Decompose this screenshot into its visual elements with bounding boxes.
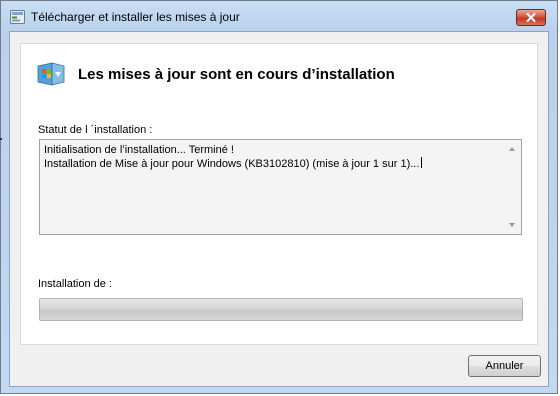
- scroll-down-icon[interactable]: [509, 223, 515, 227]
- log-line: Initialisation de l’installation... Term…: [44, 144, 234, 156]
- window-title: Télécharger et installer les mises à jou…: [31, 10, 240, 24]
- text-caret: [421, 157, 423, 168]
- dialog-client-area: Les mises à jour sont en cours d’install…: [9, 31, 549, 387]
- close-icon: [526, 13, 536, 22]
- windows-update-icon: [10, 10, 25, 24]
- cancel-button[interactable]: Annuler: [468, 355, 541, 377]
- title-bar[interactable]: Télécharger et installer les mises à jou…: [1, 1, 557, 31]
- cursor-mark: [0, 138, 2, 140]
- status-label: Statut de l ´installation :: [38, 124, 153, 136]
- log-line: Installation de Mise à jour pour Windows…: [44, 158, 420, 170]
- windows-update-shield-icon: [37, 62, 65, 86]
- installation-progress-bar: [39, 298, 523, 321]
- update-dialog-window: Télécharger et installer les mises à jou…: [0, 0, 558, 394]
- close-button[interactable]: [516, 9, 546, 26]
- page-title: Les mises à jour sont en cours d’install…: [78, 66, 395, 83]
- log-scrollbar[interactable]: [504, 140, 521, 234]
- content-panel: Les mises à jour sont en cours d’install…: [20, 43, 538, 345]
- installation-log: Initialisation de l’installation... Term…: [44, 144, 504, 171]
- scroll-up-icon[interactable]: [509, 147, 515, 151]
- installation-label: Installation de :: [38, 278, 112, 290]
- installation-log-box[interactable]: Initialisation de l’installation... Term…: [39, 139, 522, 235]
